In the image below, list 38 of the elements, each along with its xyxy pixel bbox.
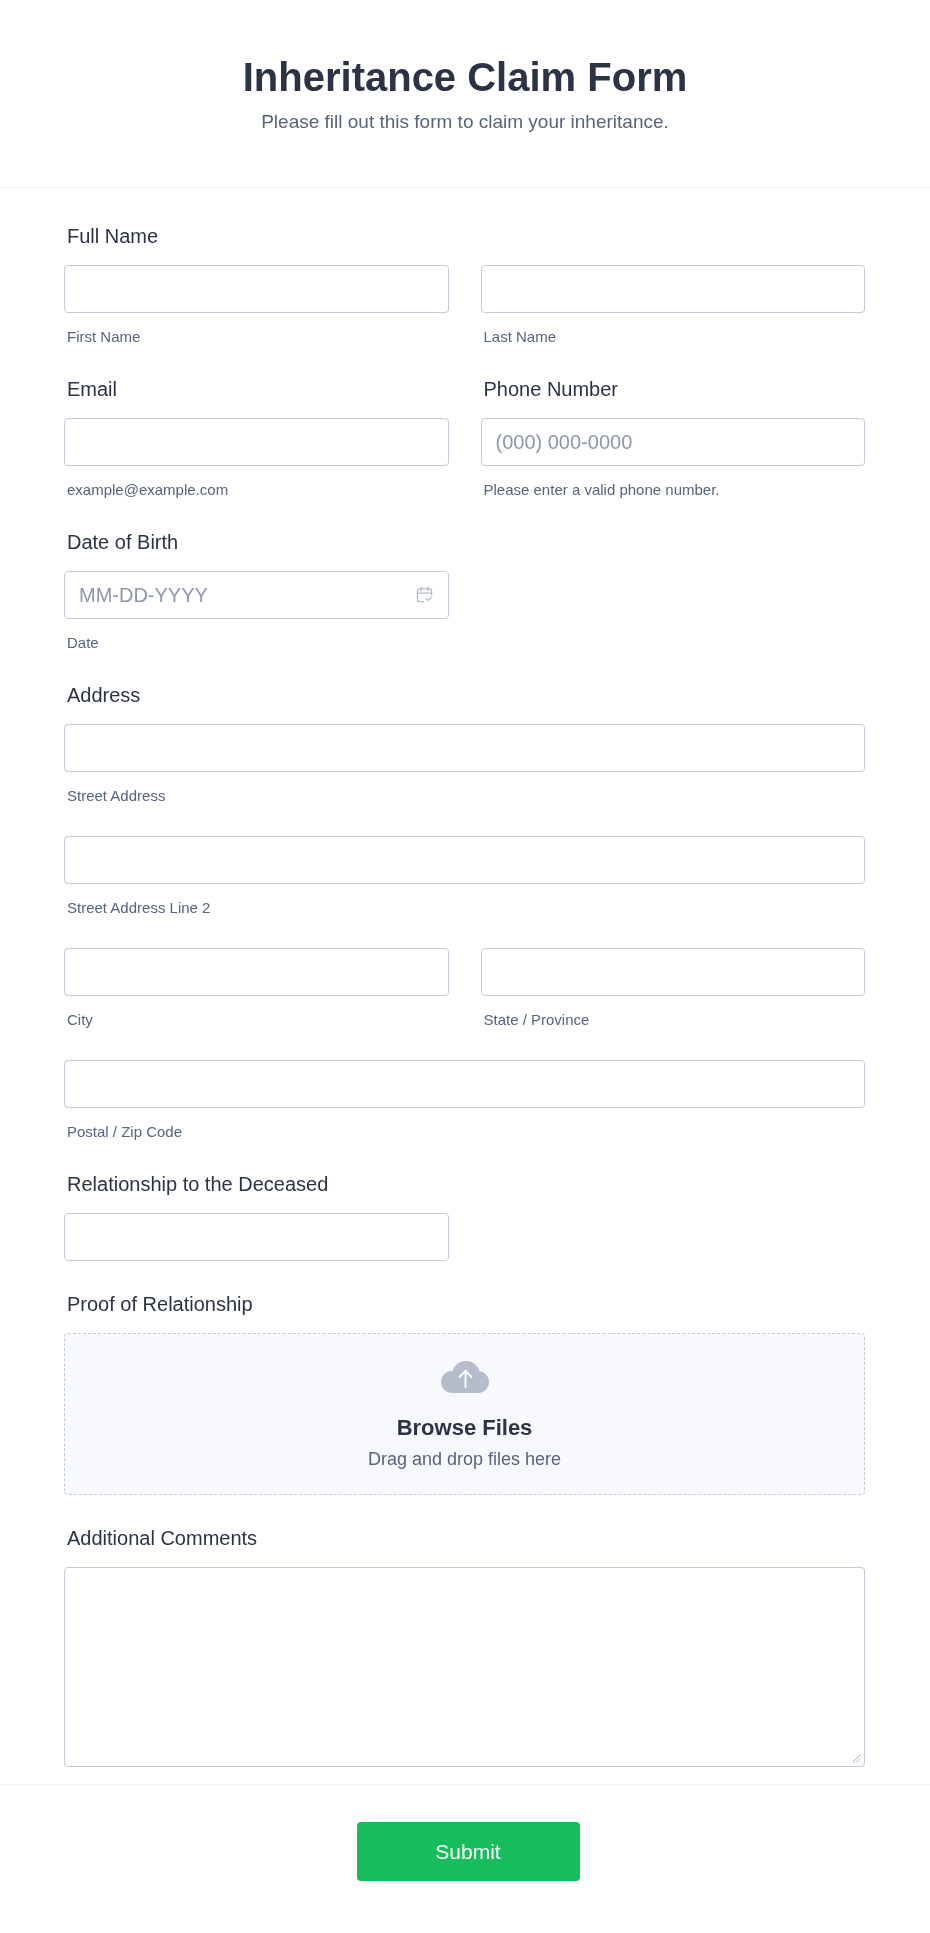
text-field[interactable] — [64, 1060, 865, 1108]
text-field[interactable] — [64, 265, 449, 313]
cloud-upload-icon — [440, 1361, 489, 1393]
field-sublabel: Street Address — [67, 787, 166, 805]
field-label: Additional Comments — [67, 1526, 258, 1550]
field-label: Email — [67, 377, 117, 401]
form-subtitle: Please fill out this form to claim your inheritance. — [261, 110, 669, 134]
field-sublabel: Street Address Line 2 — [67, 899, 211, 917]
date-field[interactable]: MM-DD-YYYY — [64, 571, 449, 619]
dropzone-hint: Drag and drop files here — [367, 1448, 562, 1470]
field-sublabel: Please enter a valid phone number. — [483, 481, 720, 499]
calendar-icon[interactable] — [415, 586, 433, 603]
field-label: Full Name — [67, 224, 159, 248]
field-sublabel: Postal / Zip Code — [67, 1123, 183, 1141]
field-sublabel: Date — [67, 634, 99, 652]
field-label: Proof of Relationship — [67, 1292, 253, 1316]
field-sublabel: First Name — [67, 328, 141, 346]
resize-handle-icon[interactable] — [852, 1754, 861, 1763]
text-field[interactable] — [64, 724, 865, 772]
field-label: Phone Number — [483, 377, 619, 401]
field-sublabel: example@example.com — [67, 481, 229, 499]
form-title: Inheritance Claim Form — [242, 54, 688, 101]
field-label: Relationship to the Deceased — [67, 1172, 329, 1196]
text-field[interactable] — [480, 265, 865, 313]
text-field[interactable] — [64, 948, 449, 996]
field-sublabel: State / Province — [483, 1011, 590, 1029]
text-field[interactable] — [64, 1213, 449, 1261]
file-dropzone[interactable]: Browse Files Drag and drop files here — [64, 1333, 865, 1495]
field-sublabel: City — [67, 1011, 93, 1029]
comments-field[interactable] — [64, 1567, 865, 1767]
phone-field[interactable]: (000) 000-0000 — [480, 418, 865, 466]
field-label: Date of Birth — [67, 530, 179, 554]
text-field[interactable] — [480, 948, 865, 996]
field-sublabel: Last Name — [483, 328, 557, 346]
field-label: Address — [67, 683, 141, 707]
email-field[interactable] — [64, 418, 449, 466]
browse-files-button[interactable]: Browse Files — [396, 1415, 533, 1441]
text-field[interactable] — [64, 836, 865, 884]
